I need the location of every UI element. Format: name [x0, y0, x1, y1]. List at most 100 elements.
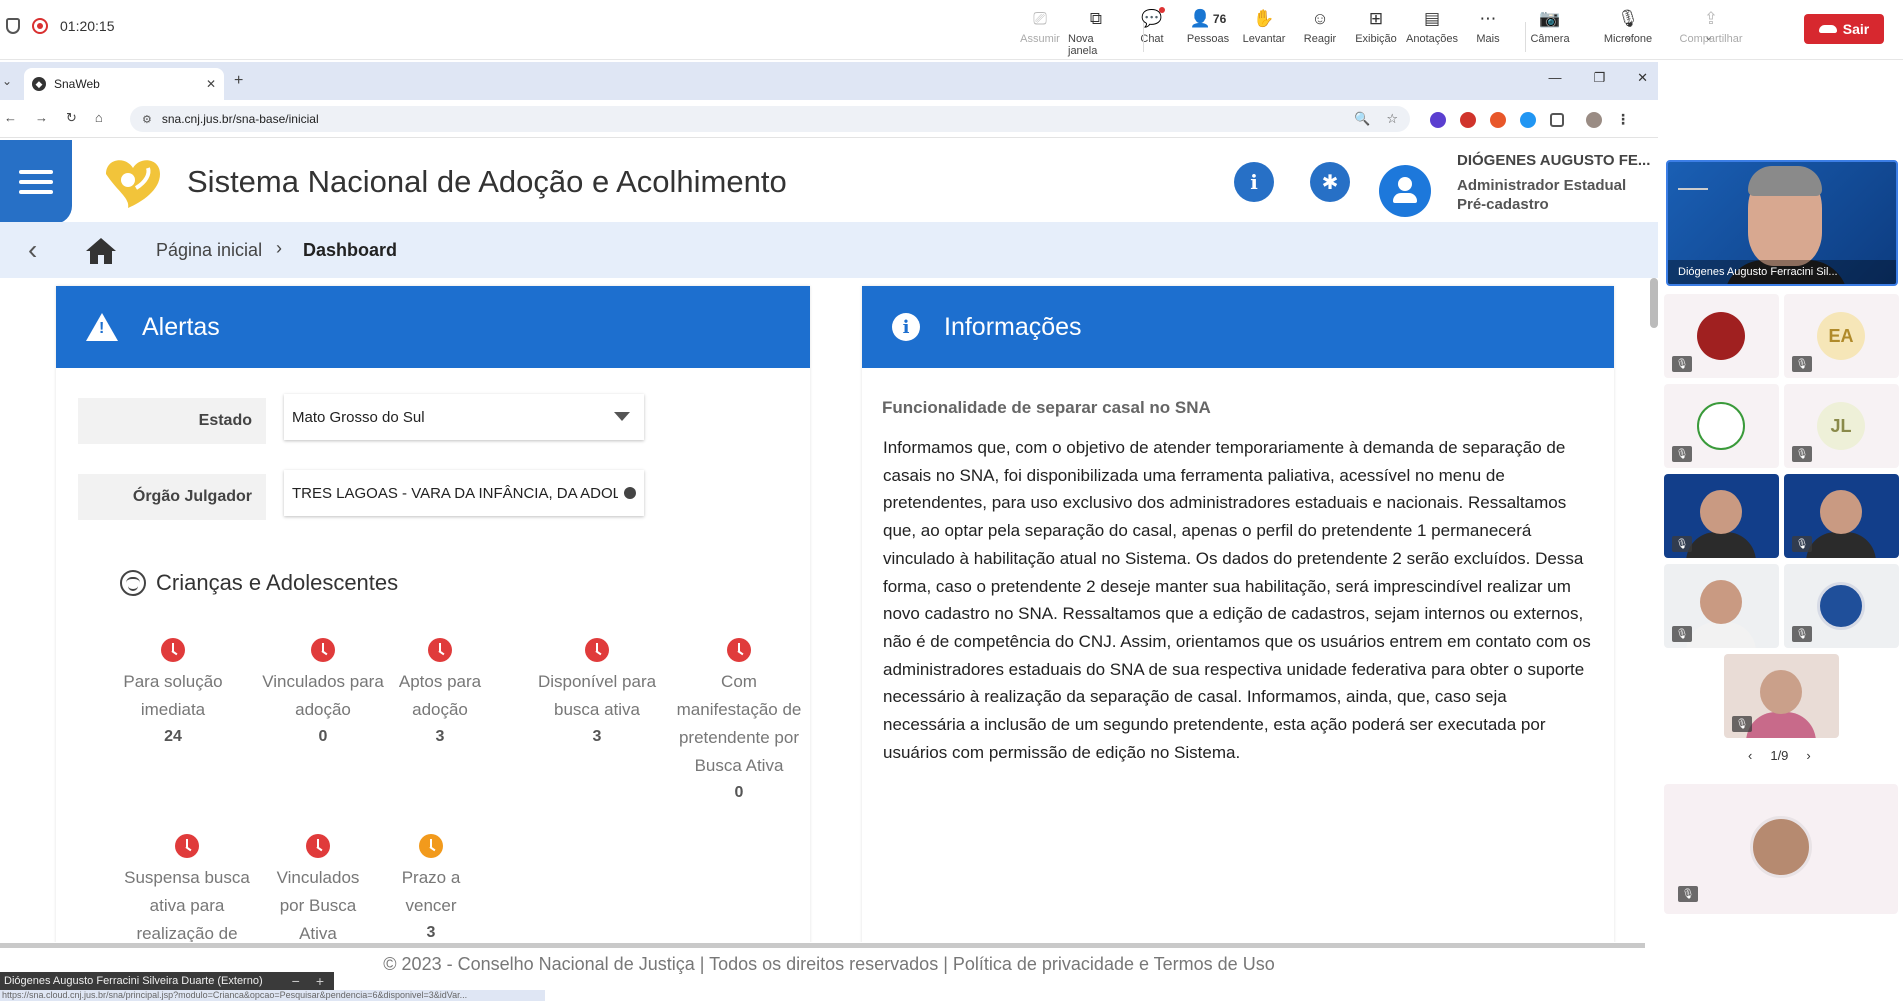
participant-tile[interactable]: 🎙: [1724, 654, 1839, 738]
close-icon[interactable]: ✕: [206, 77, 216, 91]
clear-icon[interactable]: [624, 487, 636, 499]
raise-hand-button[interactable]: ✋ Levantar: [1236, 8, 1292, 57]
avatar: [1697, 312, 1745, 360]
reload-icon[interactable]: ↻: [66, 110, 77, 126]
minimize-icon[interactable]: —: [1548, 70, 1561, 86]
participant-tile[interactable]: 🎙: [1784, 564, 1899, 648]
nav-buttons: ← → ↻ ⌂: [4, 110, 103, 126]
children-section-label: Crianças e Adolescentes: [156, 570, 399, 595]
extension-1-icon[interactable]: [1430, 111, 1446, 128]
profile-icon[interactable]: [1586, 111, 1602, 128]
alert-solucao-imediata[interactable]: Para solução imediata 24: [98, 638, 248, 750]
participant-tile[interactable]: 🎙: [1664, 564, 1779, 648]
new-window-button[interactable]: ⧉ Nova janela: [1068, 8, 1124, 57]
participant-tile[interactable]: JL 🎙: [1784, 384, 1899, 468]
people-button[interactable]: 👤 76 Pessoas: [1180, 8, 1236, 57]
main-speaker-video[interactable]: Diógenes Augusto Ferracini Sil...: [1666, 160, 1898, 286]
breadcrumb-current: Dashboard: [303, 240, 398, 260]
participant-tile[interactable]: 🎙: [1664, 474, 1779, 558]
alert-disponivel-busca-ativa[interactable]: Disponível para busca ativa 3: [522, 638, 672, 750]
user-avatar-button[interactable]: [1379, 165, 1431, 217]
accessibility-button[interactable]: ✱: [1310, 162, 1350, 202]
extension-3-icon[interactable]: [1490, 111, 1506, 128]
site-info-icon[interactable]: ⚙: [142, 113, 152, 126]
restore-icon[interactable]: ❐: [1593, 70, 1605, 86]
new-window-icon: ⧉: [1089, 9, 1103, 28]
notes-button[interactable]: ▤ Anotações: [1404, 8, 1460, 57]
breadcrumb-home-link[interactable]: Página inicial: [156, 240, 262, 261]
vertical-scrollbar[interactable]: [1650, 278, 1658, 328]
browser-menu-icon[interactable]: ⋮: [1616, 111, 1630, 128]
camera-button[interactable]: 📷 Câmera: [1522, 8, 1578, 57]
alert-prazo-vencer[interactable]: Prazo a vencer 3: [356, 834, 506, 942]
self-video-tile[interactable]: 🎙: [1664, 784, 1898, 914]
person-body: [1686, 532, 1756, 558]
recording-icon: [32, 18, 48, 34]
participant-tile[interactable]: 🎙: [1784, 474, 1899, 558]
minus-icon[interactable]: −: [292, 973, 300, 989]
extensions-puzzle-icon[interactable]: [1550, 112, 1564, 127]
tab-snaweb[interactable]: ◆ SnaWeb ✕: [24, 68, 224, 100]
plus-icon[interactable]: +: [316, 973, 324, 989]
camera-options-icon[interactable]: ⌄: [1624, 30, 1633, 43]
extensions: ⋮: [1430, 111, 1630, 128]
person-face: [1820, 490, 1862, 534]
orgao-label: Órgão Julgador: [78, 474, 266, 520]
mic-off-icon: 🎙: [1792, 446, 1812, 462]
mic-off-icon: 🎙: [1672, 356, 1692, 372]
menu-bar: [19, 170, 53, 174]
close-window-icon[interactable]: ✕: [1637, 70, 1648, 86]
address-bar[interactable]: ⚙ sna.cnj.jus.br/sna-base/inicial: [130, 106, 1410, 132]
app-title: Sistema Nacional de Adoção e Acolhimento: [187, 164, 787, 199]
participant-tile[interactable]: EA 🎙: [1784, 294, 1899, 378]
alert-aptos-adocao[interactable]: Aptos para adoção 3: [365, 638, 515, 750]
info-circle-icon: i: [1250, 170, 1258, 194]
chevron-left-icon[interactable]: ‹: [1748, 748, 1752, 763]
new-tab-icon[interactable]: +: [234, 72, 243, 90]
clock-icon: [585, 638, 609, 662]
menu-button[interactable]: [0, 140, 72, 224]
caret-down-icon: [614, 412, 630, 421]
estado-label: Estado: [78, 398, 266, 444]
react-button[interactable]: ☺ Reagir: [1292, 8, 1348, 57]
zoom-icon[interactable]: 🔍: [1354, 111, 1370, 127]
alert-label: Disponível para busca ativa: [537, 672, 657, 719]
institution-logo-icon: [1817, 582, 1865, 630]
microphone-options-icon[interactable]: ⌄: [1704, 30, 1713, 43]
alert-manifestacao-busca-ativa[interactable]: Com manifestação de pretendente por Busc…: [664, 638, 814, 806]
info-button[interactable]: i: [1234, 162, 1274, 202]
estado-select[interactable]: Mato Grosso do Sul: [284, 394, 644, 440]
back-icon[interactable]: ←: [4, 110, 17, 126]
avatar-initials: EA: [1817, 312, 1865, 360]
chevron-right-icon[interactable]: ›: [1806, 748, 1810, 763]
forward-icon[interactable]: →: [35, 110, 48, 126]
info-subtitle: Funcionalidade de separar casal no SNA: [882, 398, 1211, 417]
present-button[interactable]: ⎚ Assumir: [1012, 8, 1068, 57]
home-icon[interactable]: [84, 236, 118, 266]
view-button[interactable]: ⊞ Exibição: [1348, 8, 1404, 57]
info-body: Informamos que, com o objetivo de atende…: [883, 438, 1591, 762]
alert-suspensa-busca-ativa[interactable]: Suspensa busca ativa para realização de: [112, 834, 262, 942]
user-icon-body: [1393, 193, 1417, 203]
orgao-julgador-select[interactable]: TRES LAGOAS - VARA DA INFÂNCIA, DA ADOL: [284, 470, 644, 516]
toolbar-divider: [1525, 22, 1526, 52]
status-bar-url: https://sna.cloud.cnj.jus.br/sna/princip…: [0, 990, 545, 1001]
participants-pager: ‹ 1/9 ›: [1748, 748, 1811, 763]
tab-list-icon[interactable]: ⌄: [2, 74, 12, 88]
dashboard-content: Alertas Estado Mato Grosso do Sul Órgão …: [0, 278, 1658, 942]
leave-button[interactable]: Sair: [1804, 14, 1884, 44]
home-nav-icon[interactable]: ⌂: [95, 110, 103, 126]
info-title: Informações: [944, 312, 1082, 341]
chevron-left-icon[interactable]: ‹: [28, 234, 37, 266]
bookmark-star-icon[interactable]: ☆: [1386, 111, 1398, 127]
camera-off-icon: 📷: [1539, 9, 1561, 28]
clock-icon: [428, 638, 452, 662]
chat-button[interactable]: 💬 Chat: [1124, 7, 1180, 57]
participant-tile[interactable]: 🎙: [1664, 384, 1779, 468]
participant-tile[interactable]: 🎙: [1664, 294, 1779, 378]
extension-2-icon[interactable]: [1460, 111, 1476, 128]
more-button[interactable]: ⋯ Mais: [1460, 8, 1516, 57]
extension-4-icon[interactable]: [1520, 111, 1536, 128]
breadcrumb: ‹ Página inicial › Dashboard: [0, 222, 1658, 278]
alert-count: 24: [164, 728, 182, 745]
